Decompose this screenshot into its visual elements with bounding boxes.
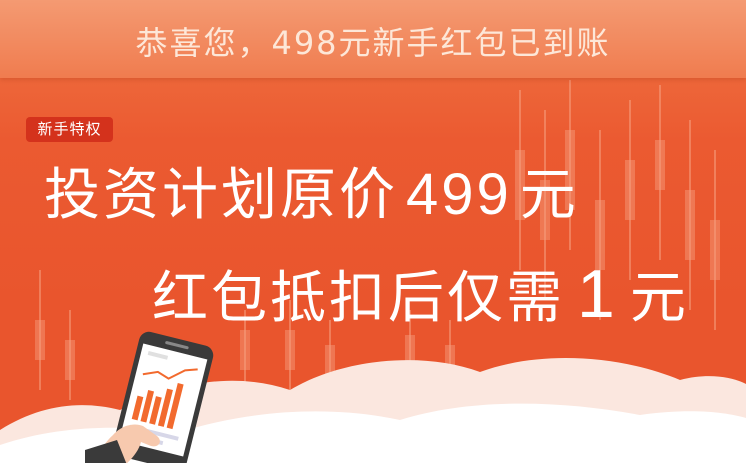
phone-icon: [85, 331, 214, 463]
promo-banner[interactable]: 恭喜您，498元新手红包已到账 新手特权 投资计划原价 499 元 红包抵扣后仅需 1…: [0, 0, 746, 463]
